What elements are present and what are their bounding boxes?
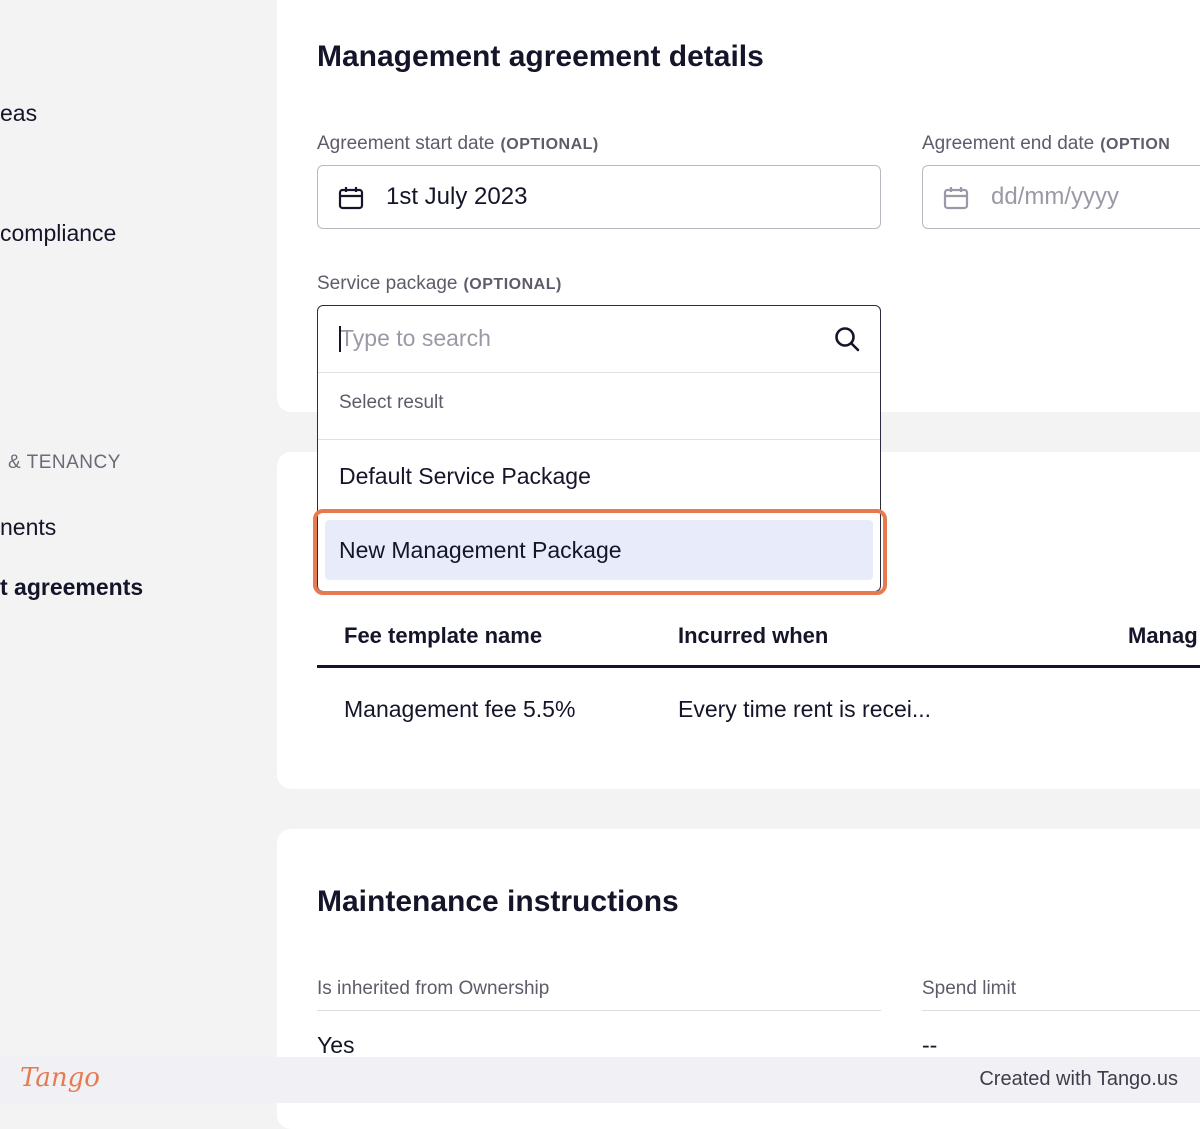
maintenance-title: Maintenance instructions	[317, 885, 679, 918]
text-caret	[339, 326, 341, 352]
spend-limit-value: --	[922, 1032, 938, 1058]
incurred-when-header: Incurred when	[678, 623, 829, 648]
end-date-optional: (OPTION	[1100, 136, 1171, 153]
table-header-rule	[317, 665, 1200, 668]
end-date-placeholder: dd/mm/yyyy	[991, 183, 1120, 210]
management-header: Manag	[1128, 623, 1198, 648]
search-icon[interactable]	[834, 326, 860, 352]
inherited-rule	[317, 1010, 881, 1011]
option-label: New Management Package	[339, 537, 622, 563]
end-date-label: Agreement end date (OPTION	[922, 133, 1170, 155]
start-date-field[interactable]: 1st July 2023	[317, 165, 881, 229]
start-date-label-text: Agreement start date	[317, 133, 495, 154]
option-default-service-package[interactable]: Default Service Package	[318, 446, 880, 506]
service-package-search[interactable]: Type to search	[318, 306, 880, 373]
calendar-icon	[338, 187, 364, 210]
option-new-management-package[interactable]: New Management Package	[325, 520, 873, 580]
sidebar-item-agreements[interactable]: t agreements	[0, 574, 143, 601]
dropdown-divider	[318, 439, 880, 440]
fee-name-cell: Management fee 5.5%	[344, 696, 576, 722]
sidebar-item-areas[interactable]: eas	[0, 100, 37, 127]
spend-limit-rule	[922, 1010, 1200, 1011]
start-date-label: Agreement start date (OPTIONAL)	[317, 133, 599, 155]
service-package-search-input[interactable]: Type to search	[340, 325, 491, 352]
inherited-label: Is inherited from Ownership	[317, 978, 550, 999]
tango-credit: Created with Tango.us	[979, 1068, 1178, 1090]
end-date-field[interactable]: dd/mm/yyyy	[922, 165, 1200, 229]
sidebar-item-compliance[interactable]: compliance	[0, 220, 116, 247]
service-package-label-text: Service package	[317, 273, 458, 294]
service-package-optional: (OPTIONAL)	[463, 276, 562, 293]
calendar-icon	[943, 187, 969, 210]
service-package-label: Service package (OPTIONAL)	[317, 273, 562, 295]
select-result-hint: Select result	[339, 392, 444, 413]
spend-limit-label: Spend limit	[922, 978, 1016, 999]
end-date-label-text: Agreement end date	[922, 133, 1095, 154]
service-package-dropdown[interactable]: Type to search Select result Default Ser…	[317, 305, 881, 592]
start-date-optional: (OPTIONAL)	[500, 136, 599, 153]
sidebar-section-tenancy: & TENANCY	[8, 452, 121, 473]
option-label: Default Service Package	[339, 463, 591, 489]
incurred-when-cell: Every time rent is recei...	[678, 696, 932, 722]
tango-footer: Tango Created with Tango.us	[0, 1057, 1200, 1103]
management-agreement-title: Management agreement details	[317, 40, 764, 73]
tango-logo: Tango	[20, 1063, 100, 1093]
start-date-value: 1st July 2023	[386, 183, 528, 210]
fee-template-name-header: Fee template name	[344, 623, 543, 648]
sidebar-item-payments[interactable]: nents	[0, 514, 56, 541]
inherited-value: Yes	[317, 1032, 355, 1058]
